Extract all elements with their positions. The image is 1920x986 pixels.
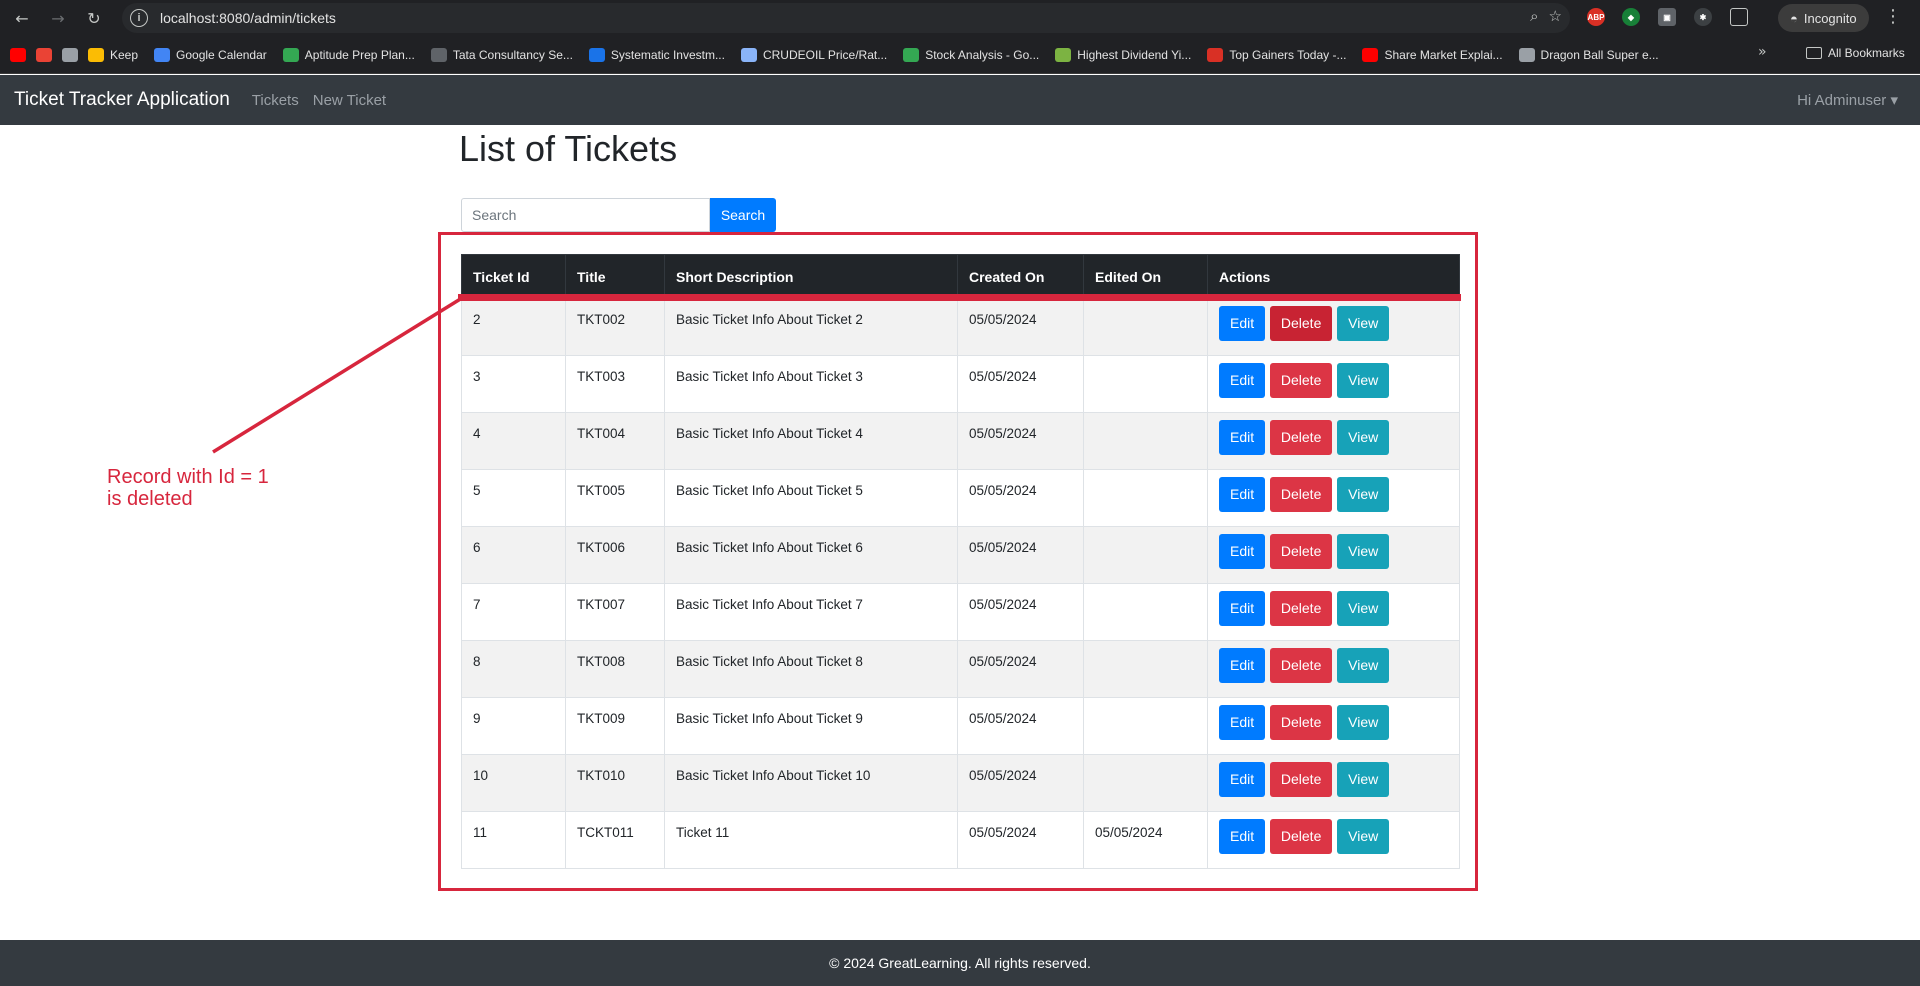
search-button[interactable]: Search [710, 198, 776, 232]
gmail-icon [36, 47, 52, 62]
caret-down-icon: ▾ [1890, 92, 1898, 109]
annotation-text: Record with Id = 1 is deleted [107, 466, 269, 510]
app-navbar: Ticket Tracker Application Tickets New T… [0, 75, 1920, 125]
user-dropdown[interactable]: Hi Adminuser ▾ [1797, 91, 1898, 109]
bookmark-item[interactable]: Highest Dividend Yi... [1055, 47, 1192, 62]
et-icon [1207, 47, 1224, 62]
bookmark-item[interactable]: Aptitude Prep Plan... [282, 47, 415, 62]
address-bar[interactable]: i localhost:8080/admin/tickets ⌕ ☆ [122, 3, 1570, 33]
bookmark-item[interactable]: Google Calendar [154, 47, 267, 62]
extension-icon[interactable]: ✱ [1694, 8, 1712, 26]
globe-icon [1518, 47, 1535, 62]
all-bookmarks[interactable]: All Bookmarks [1806, 46, 1905, 60]
sip-icon [588, 47, 605, 62]
folder-icon [1806, 47, 1822, 59]
aptitude-icon [282, 47, 299, 62]
extension-icon[interactable]: ▣ [1658, 8, 1676, 26]
bookmark-item[interactable]: CRUDEOIL Price/Rat... [740, 47, 888, 62]
bookmark-item[interactable]: Keep [88, 47, 139, 62]
youtube-icon [10, 47, 26, 62]
bookmark-star-icon[interactable]: ☆ [1549, 7, 1562, 25]
bar-chart-icon [1055, 47, 1072, 62]
store-icon [62, 47, 78, 62]
adblock-extension-icon[interactable]: ABP [1587, 8, 1605, 26]
user-name: Hi Adminuser [1797, 92, 1887, 109]
keep-icon [88, 47, 104, 62]
bookmark-label: CRUDEOIL Price/Rat... [762, 47, 888, 62]
bookmark-label: Systematic Investm... [610, 47, 725, 62]
annotation-line-2: is deleted [107, 488, 193, 510]
nav-new-ticket-link[interactable]: New Ticket [313, 92, 386, 109]
youtube-icon [1362, 47, 1379, 62]
browser-menu-icon[interactable]: ⋮ [1884, 6, 1902, 27]
incognito-label: Incognito [1803, 10, 1857, 26]
reload-icon[interactable]: ↻ [80, 4, 108, 32]
bookmark-label: Google Calendar [176, 47, 267, 62]
bookmark-item[interactable]: Systematic Investm... [588, 47, 725, 62]
annotation-underline [458, 294, 1461, 301]
bookmark-label: Aptitude Prep Plan... [304, 47, 415, 62]
bookmark-label: Top Gainers Today -... [1229, 47, 1347, 62]
bookmark-item[interactable] [62, 47, 78, 62]
bookmark-item[interactable]: Dragon Ball Super e... [1518, 47, 1659, 62]
calendar-icon [154, 47, 171, 62]
forward-icon[interactable]: → [44, 4, 72, 32]
bookmark-label: Tata Consultancy Se... [452, 47, 573, 62]
more-bookmarks-icon[interactable]: » [1758, 44, 1767, 60]
bookmark-item[interactable]: Share Market Explai... [1362, 47, 1503, 62]
bookmark-label: Dragon Ball Super e... [1540, 47, 1659, 62]
sheets-icon [903, 47, 920, 62]
page-footer: © 2024 GreatLearning. All rights reserve… [0, 940, 1920, 986]
bookmark-item[interactable]: Stock Analysis - Go... [903, 47, 1040, 62]
nav-tickets-link[interactable]: Tickets [252, 92, 299, 109]
bookmark-item[interactable] [36, 47, 52, 62]
incognito-icon: ◓ [1790, 10, 1798, 26]
zoom-icon[interactable]: ⌕ [1530, 7, 1538, 25]
annotation-highlight-box [438, 232, 1478, 891]
search-input[interactable] [461, 198, 710, 232]
crudeoil-icon [740, 47, 757, 62]
bookmark-item[interactable]: Tata Consultancy Se... [430, 47, 573, 62]
bookmark-item[interactable] [10, 47, 26, 62]
bookmark-label: Stock Analysis - Go... [925, 47, 1040, 62]
bookmark-label: Highest Dividend Yi... [1077, 47, 1192, 62]
bookmark-item[interactable]: Top Gainers Today -... [1207, 47, 1347, 62]
tcs-icon [430, 47, 447, 62]
incognito-badge[interactable]: ◓ Incognito [1778, 4, 1869, 32]
annotation-line-1: Record with Id = 1 [107, 466, 269, 488]
bookmark-label: Share Market Explai... [1384, 47, 1503, 62]
url-text[interactable]: localhost:8080/admin/tickets [160, 10, 336, 26]
browser-toolbar: ← → ↻ i localhost:8080/admin/tickets ⌕ ☆… [0, 0, 1920, 36]
extension-icon[interactable]: ◆ [1622, 8, 1640, 26]
bookmark-label: Keep [110, 47, 139, 62]
footer-text: © 2024 GreatLearning. All rights reserve… [829, 955, 1091, 971]
back-icon[interactable]: ← [8, 4, 36, 32]
site-info-icon[interactable]: i [130, 9, 148, 27]
extensions-puzzle-icon[interactable] [1730, 8, 1748, 26]
page-title: List of Tickets [459, 128, 678, 169]
all-bookmarks-label: All Bookmarks [1828, 46, 1905, 60]
bookmarks-bar: Keep Google Calendar Aptitude Prep Plan...… [0, 36, 1920, 74]
app-brand[interactable]: Ticket Tracker Application [14, 89, 230, 111]
